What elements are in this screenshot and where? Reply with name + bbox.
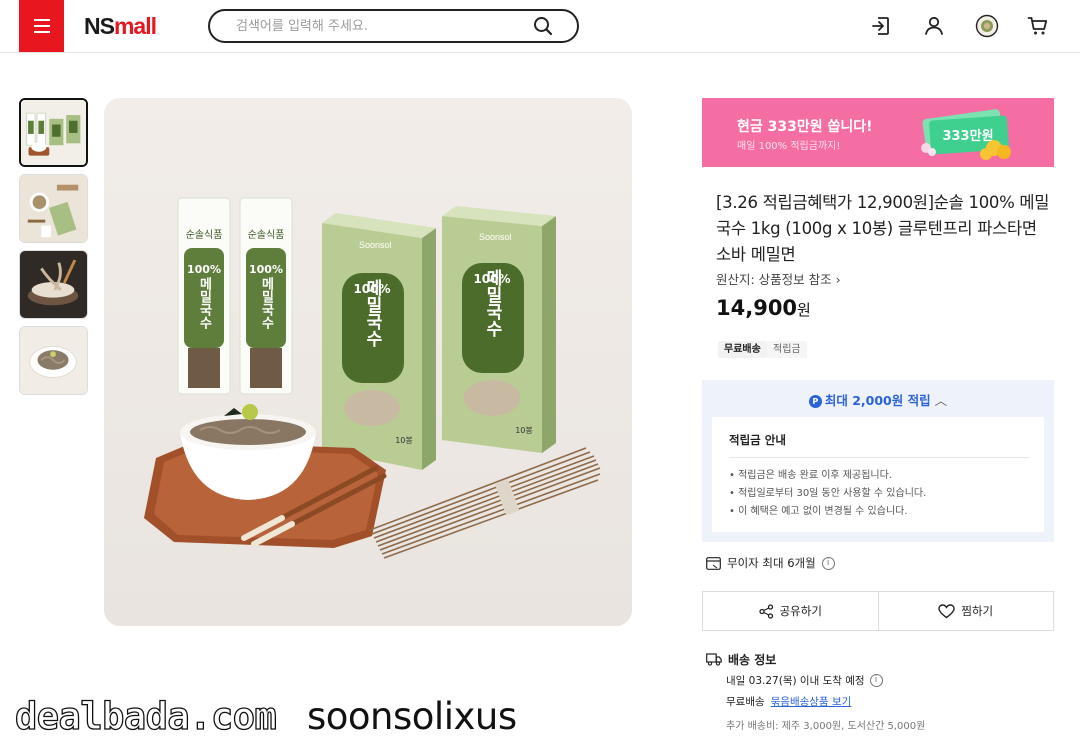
installment-row: 무이자 최대 6개월 i [706, 555, 835, 571]
box-name-text: 메밀국수 [482, 269, 502, 338]
banner-art-text: 333만원 [942, 128, 993, 144]
box-count-text: 10봉 [395, 436, 413, 445]
box-count-text: 10봉 [515, 426, 533, 435]
shipping-fee: 무료배송 묶음배송상품 보기 [726, 694, 851, 709]
origin-link[interactable]: 원산지: 상품정보 참조 › [716, 269, 841, 288]
price-unit: 원 [797, 301, 811, 319]
cart-icon[interactable] [1026, 14, 1050, 38]
reward-notes: • 적립금은 배송 완료 이후 제공됩니다. • 적립일로부터 30일 동안 사… [729, 467, 926, 521]
packet-name-text: 메밀국수 [259, 277, 274, 330]
info-icon[interactable]: i [869, 674, 883, 687]
watermark-user: soonsolixus [307, 695, 517, 738]
noodle-box-back: Soonsol 100% 메밀국수 10봉 [442, 206, 556, 453]
noodle-box-front: Soonsol 100% 메밀국수 10봉 [322, 213, 436, 470]
shipping-title: 배송 정보 [706, 651, 776, 668]
price-value: 14,900 [716, 296, 798, 320]
reward-info-box: 적립금 안내 • 적립금은 배송 완료 이후 제공됩니다. • 적립일로부터 3… [712, 417, 1044, 532]
search-input[interactable] [236, 17, 516, 35]
product-thumbnail-image [20, 251, 87, 318]
list-item: • 적립금은 배송 완료 이후 제공됩니다. [729, 470, 892, 481]
top-header: NSmall [0, 0, 1080, 53]
thumbnail-4[interactable] [19, 326, 88, 395]
share-label: 공유하기 [779, 604, 822, 618]
shipping-eta-text: 내일 03.27(목) 이내 도착 예정 [726, 675, 865, 687]
heart-icon [938, 603, 956, 618]
product-thumbnail-image [20, 327, 87, 394]
search-bar [208, 9, 579, 43]
share-icon [758, 603, 773, 619]
banner-subtitle: 매일 100% 적립금까지! [737, 141, 841, 152]
reward-prefix: 최대 [824, 393, 853, 408]
banner-title: 현금 333만원 쏩니다! [737, 119, 873, 135]
product-price: 14,900원 [716, 296, 811, 320]
box-brand-en-text: Soonsol [479, 232, 512, 242]
packet-percent-text: 100% [249, 263, 283, 276]
menu-button[interactable] [19, 0, 64, 52]
truck-icon [706, 653, 722, 666]
shipping-fee-label: 무료배송 [726, 696, 765, 708]
point-icon: P [808, 395, 822, 408]
reward-amount: 2,000원 [852, 393, 904, 408]
hamburger-icon-line [33, 31, 50, 33]
search-icon[interactable] [533, 16, 553, 36]
divider [729, 457, 1029, 458]
thumbnail-1[interactable] [19, 98, 88, 167]
info-icon[interactable]: i [821, 556, 835, 570]
card-icon [706, 556, 721, 570]
box-name-text: 메밀국수 [362, 279, 382, 348]
product-thumbnail-image [21, 100, 86, 165]
noodle-packet-right: 순솔식품 100% 메밀국수 [239, 197, 293, 395]
reward-panel: P 최대 2,000원 적립 ︿ 적립금 안내 • 적립금은 배송 완료 이후 제공… [702, 380, 1054, 542]
share-button[interactable]: 공유하기 [703, 592, 878, 630]
logo-mall: mall [113, 13, 157, 39]
packet-name-text: 메밀국수 [197, 277, 212, 330]
list-item: • 이 혜택은 예고 없이 변경될 수 있습니다. [729, 506, 908, 517]
shipping-title-label: 배송 정보 [728, 653, 777, 667]
hamburger-icon-line [33, 25, 50, 27]
packet-brand-text: 순솔식품 [186, 229, 223, 241]
product-title: [3.26 적립금혜택가 12,900원]순솔 100% 메밀국수 1kg (1… [716, 193, 1050, 264]
event-banner[interactable]: 현금 333만원 쏩니다! 매일 100% 적립금까지! 333만원 [702, 98, 1054, 167]
hamburger-icon [33, 19, 50, 21]
packet-percent-text: 100% [187, 263, 221, 276]
user-icon[interactable] [922, 14, 946, 38]
chevron-up-icon: ︿ [934, 393, 948, 408]
shipping-extra-fee: 추가 배송비: 제주 3,000원, 도서산간 5,000원 [726, 721, 926, 732]
main-product-image[interactable]: 순솔식품 100% 메밀국수 순솔식품 100% 메밀국수 Soonsol 10… [104, 98, 632, 626]
thumbnail-3[interactable] [19, 250, 88, 319]
shipping-eta: 내일 03.27(목) 이내 도착 예정 i [726, 673, 883, 688]
noodle-packet-left: 순솔식품 100% 메밀국수 [177, 197, 231, 395]
recent-product-icon[interactable] [975, 14, 999, 38]
box-brand-en-text: Soonsol [359, 240, 392, 250]
packet-brand-text: 순솔식품 [248, 229, 285, 241]
installment-label: 무이자 최대 6개월 [727, 556, 816, 570]
buckwheat-noodle-photo: 순솔식품 100% 메밀국수 순솔식품 100% 메밀국수 Soonsol 10… [104, 98, 632, 626]
wish-label: 찜하기 [961, 604, 994, 618]
cash-money-icon: 333만원 [921, 109, 1011, 160]
tag-points: 적립금 [767, 341, 807, 358]
tag-free-shipping: 무료배송 [718, 341, 767, 358]
reward-info-title: 적립금 안내 [729, 433, 786, 447]
bundle-shipping-link[interactable]: 묶음배송상품 보기 [771, 696, 852, 708]
reward-toggle[interactable]: P 최대 2,000원 적립 ︿ [702, 390, 1054, 409]
reward-suffix: 적립 [903, 393, 931, 408]
product-thumbnail-image [20, 175, 87, 242]
watermark-site: dealbada.com [14, 694, 277, 738]
logo-ns: NS [84, 13, 115, 39]
nsmall-logo[interactable]: NSmall [84, 13, 157, 40]
action-bar: 공유하기 찜하기 [702, 591, 1054, 631]
thumbnail-2[interactable] [19, 174, 88, 243]
wish-button[interactable]: 찜하기 [877, 592, 1054, 630]
login-icon[interactable] [869, 14, 893, 38]
list-item: • 적립일로부터 30일 동안 사용할 수 있습니다. [729, 488, 927, 499]
